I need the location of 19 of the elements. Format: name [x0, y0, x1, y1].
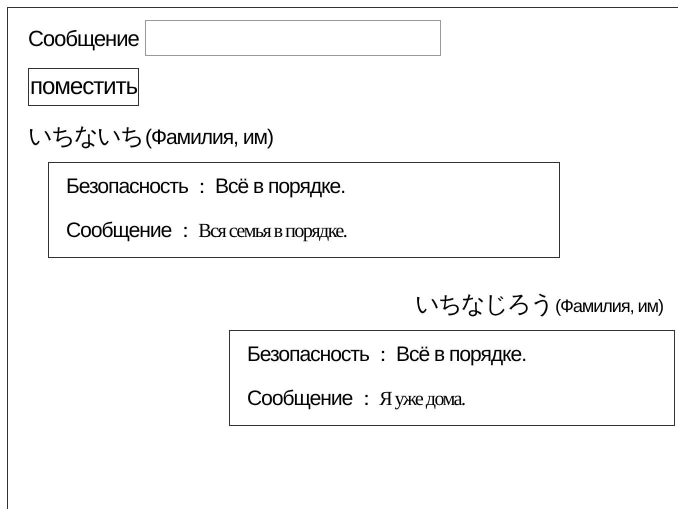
message-text: Я уже дома. — [379, 387, 464, 412]
author-name: いちないち — [28, 121, 143, 152]
message-label: Сообщение — [28, 24, 139, 52]
field-label: Безопасность — [66, 174, 188, 200]
colon-separator: ： — [356, 387, 376, 412]
name-hint: (Фамилия, им) — [555, 295, 663, 318]
field-label: Сообщение — [247, 386, 352, 412]
status-text: Всё в порядке. — [396, 342, 526, 368]
field-label: Безопасность — [247, 342, 369, 368]
name-hint: (Фамилия, им) — [145, 125, 273, 151]
message-text: Вся семья в порядке. — [198, 219, 346, 244]
author-name: いちなじろう — [415, 289, 554, 320]
message-field[interactable] — [144, 20, 441, 56]
field-label: Сообщение — [66, 218, 172, 244]
colon-separator: ： — [175, 219, 194, 244]
colon-separator: ： — [192, 175, 211, 200]
colon-separator: ： — [372, 343, 392, 368]
post-button[interactable]: поместить — [28, 68, 140, 106]
status-text: Всё в порядке. — [214, 174, 346, 200]
